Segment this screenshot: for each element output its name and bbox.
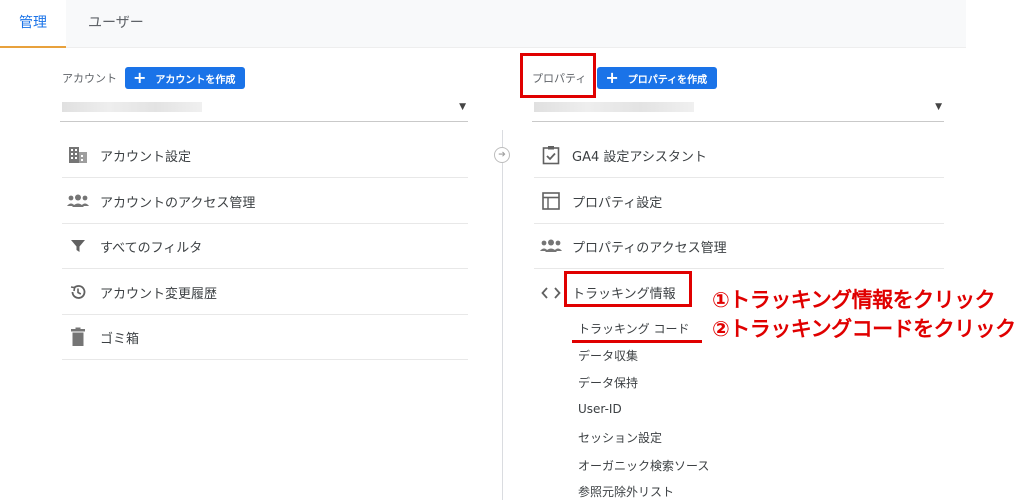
- people-icon: [540, 235, 562, 257]
- account-selector[interactable]: ▼: [60, 96, 468, 122]
- menu-item-all-filters[interactable]: すべてのフィルタ: [62, 224, 468, 269]
- annotation-step-2: ②トラッキングコードをクリック: [712, 317, 1016, 341]
- create-account-button[interactable]: + アカウントを作成: [125, 67, 246, 89]
- account-selector-value: [62, 102, 202, 112]
- create-property-button[interactable]: + プロパティを作成: [597, 67, 718, 89]
- menu-item-label: すべてのフィルタ: [100, 240, 203, 256]
- tab-users[interactable]: ユーザー: [88, 0, 144, 48]
- annotation-underline-tracking-code: [572, 340, 702, 343]
- checklist-icon: [540, 144, 562, 166]
- menu-item-ga4-setup-assistant[interactable]: GA4 設定アシスタント: [534, 133, 944, 178]
- menu-item-label: アカウントのアクセス管理: [100, 195, 256, 211]
- submenu-tracking-code[interactable]: トラッキング コード: [578, 320, 689, 337]
- building-icon: [67, 144, 89, 166]
- annotation-highlight-tracking-info: [564, 271, 692, 307]
- people-icon: [67, 190, 89, 212]
- menu-item-label: アカウント設定: [100, 149, 192, 165]
- menu-item-label: プロパティのアクセス管理: [572, 240, 727, 256]
- submenu-user-id[interactable]: User-ID: [578, 402, 622, 416]
- top-tab-bar: 管理 ユーザー: [0, 0, 966, 48]
- menu-item-label: アカウント変更履歴: [100, 286, 218, 302]
- tab-admin[interactable]: 管理: [0, 0, 66, 48]
- window-icon: [540, 190, 562, 212]
- create-account-label: アカウントを作成: [155, 74, 236, 86]
- menu-item-account-settings[interactable]: アカウント設定: [62, 133, 468, 178]
- menu-item-account-history[interactable]: アカウント変更履歴: [62, 270, 468, 315]
- property-selector-value: [534, 102, 694, 112]
- menu-item-trash[interactable]: ゴミ箱: [62, 315, 468, 360]
- submenu-referral-exclusion-list[interactable]: 参照元除外リスト: [578, 483, 674, 500]
- history-icon: [67, 281, 89, 303]
- menu-item-property-settings[interactable]: プロパティ設定: [534, 179, 944, 224]
- menu-item-label: プロパティ設定: [572, 195, 663, 211]
- menu-item-label: GA4 設定アシスタント: [572, 149, 707, 165]
- column-divider: [502, 130, 503, 500]
- chevron-down-icon: ▼: [935, 102, 942, 112]
- menu-item-label: ゴミ箱: [100, 331, 140, 347]
- submenu-session-settings[interactable]: セッション設定: [578, 429, 662, 446]
- annotation-step-1: ①トラッキング情報をクリック: [712, 288, 996, 312]
- account-column-header: アカウント + アカウントを作成: [62, 67, 246, 89]
- submenu-organic-search-sources[interactable]: オーガニック検索ソース: [578, 457, 709, 474]
- arrow-right-icon: ➔: [494, 147, 510, 163]
- trash-icon: [67, 326, 89, 348]
- menu-item-account-access[interactable]: アカウントのアクセス管理: [62, 179, 468, 224]
- account-label: アカウント: [62, 72, 117, 85]
- code-icon: [540, 282, 562, 304]
- plus-icon: +: [133, 68, 147, 87]
- plus-icon: +: [605, 68, 619, 87]
- submenu-data-retention[interactable]: データ保持: [578, 374, 638, 391]
- filter-icon: [67, 235, 89, 257]
- chevron-down-icon: ▼: [459, 102, 466, 112]
- property-selector[interactable]: ▼: [532, 96, 944, 122]
- annotation-highlight-property: [520, 53, 596, 98]
- create-property-label: プロパティを作成: [627, 74, 708, 86]
- submenu-data-collection[interactable]: データ収集: [578, 347, 638, 364]
- menu-item-property-access[interactable]: プロパティのアクセス管理: [534, 224, 944, 269]
